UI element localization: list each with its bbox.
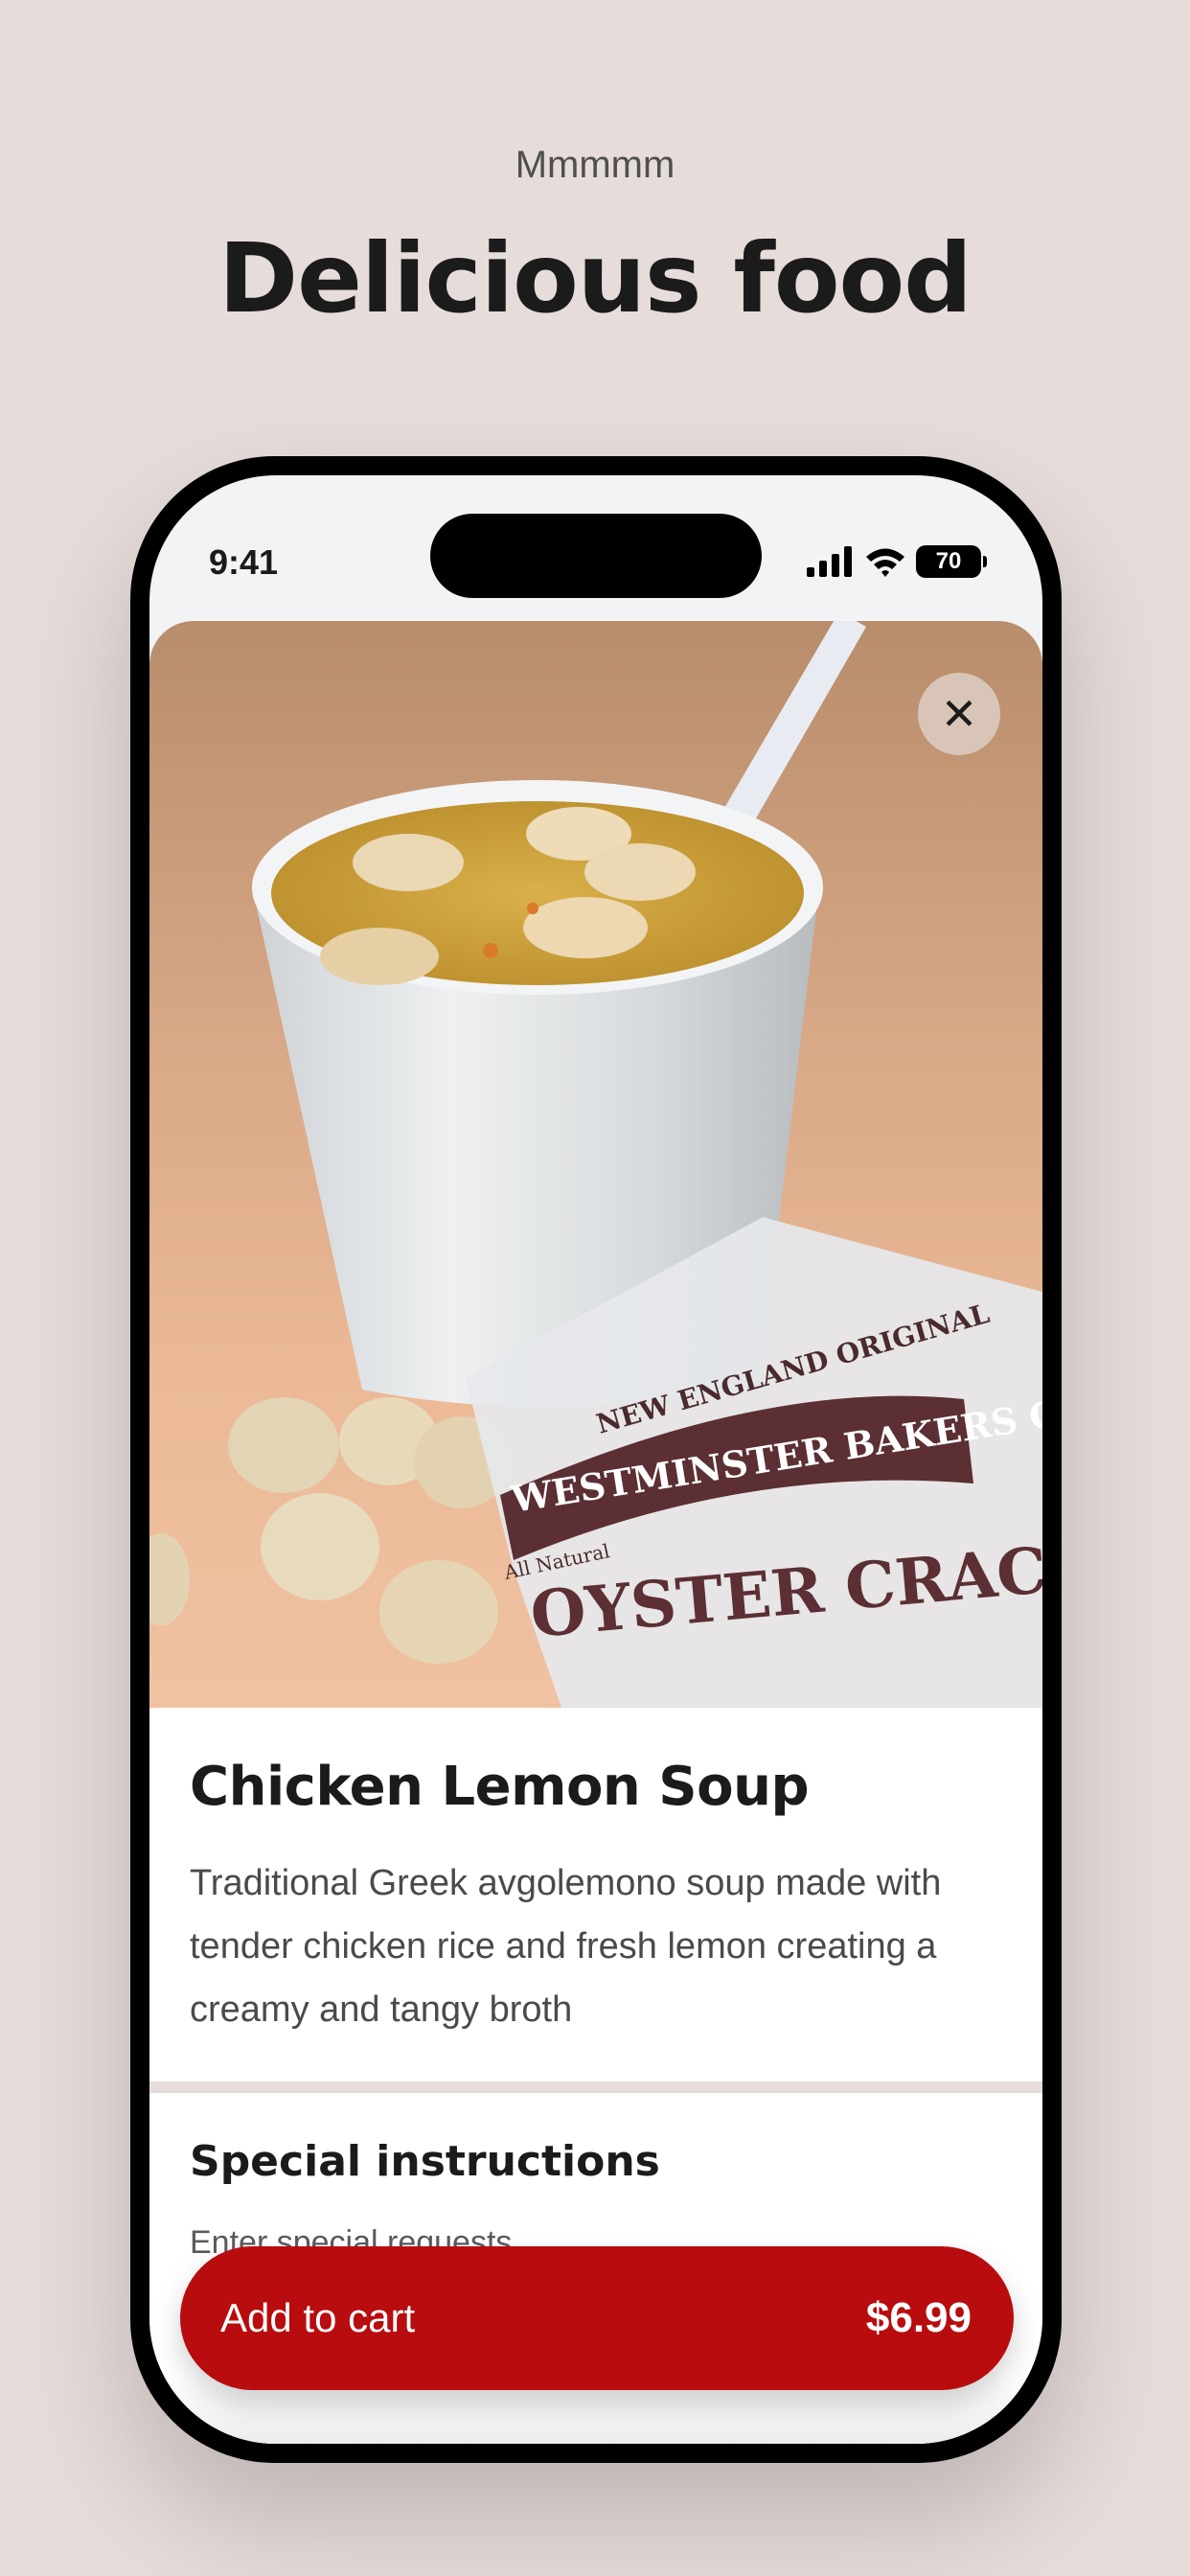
phone-screen: 9:41 70 NEW ENGLAND ORIGINAL WESTMINSTER…	[149, 475, 1042, 2444]
battery-icon: 70	[916, 545, 987, 578]
promo-headline: Delicious food	[218, 222, 973, 334]
item-description: Traditional Greek avgolemono soup made w…	[190, 1863, 942, 2030]
wifi-icon	[866, 548, 904, 577]
signal-icon	[807, 546, 852, 577]
close-icon: ✕	[940, 689, 978, 739]
cart-price: $6.99	[865, 2294, 972, 2341]
promo-kicker: Mmmmm	[515, 144, 675, 186]
soup-photo-illustration: NEW ENGLAND ORIGINAL WESTMINSTER BAKERS …	[149, 621, 1042, 1708]
add-to-cart-button[interactable]: Add to cart $6.99	[180, 2246, 1014, 2390]
phone-frame: 9:41 70 NEW ENGLAND ORIGINAL WESTMINSTER…	[130, 456, 1062, 2463]
status-icons: 70	[807, 542, 987, 581]
item-sheet: NEW ENGLAND ORIGINAL WESTMINSTER BAKERS …	[149, 621, 1042, 2444]
close-button[interactable]: ✕	[918, 673, 1000, 755]
status-bar: 9:41 70	[149, 475, 1042, 619]
section-divider	[149, 2082, 1042, 2093]
battery-level: 70	[916, 545, 981, 578]
item-title: Chicken Lemon Soup	[190, 1756, 810, 1818]
add-to-cart-label: Add to cart	[220, 2295, 416, 2340]
special-instructions-title: Special instructions	[190, 2137, 660, 2186]
status-time: 9:41	[209, 542, 279, 582]
item-photo: NEW ENGLAND ORIGINAL WESTMINSTER BAKERS …	[149, 621, 1042, 1708]
dynamic-island	[430, 514, 762, 598]
